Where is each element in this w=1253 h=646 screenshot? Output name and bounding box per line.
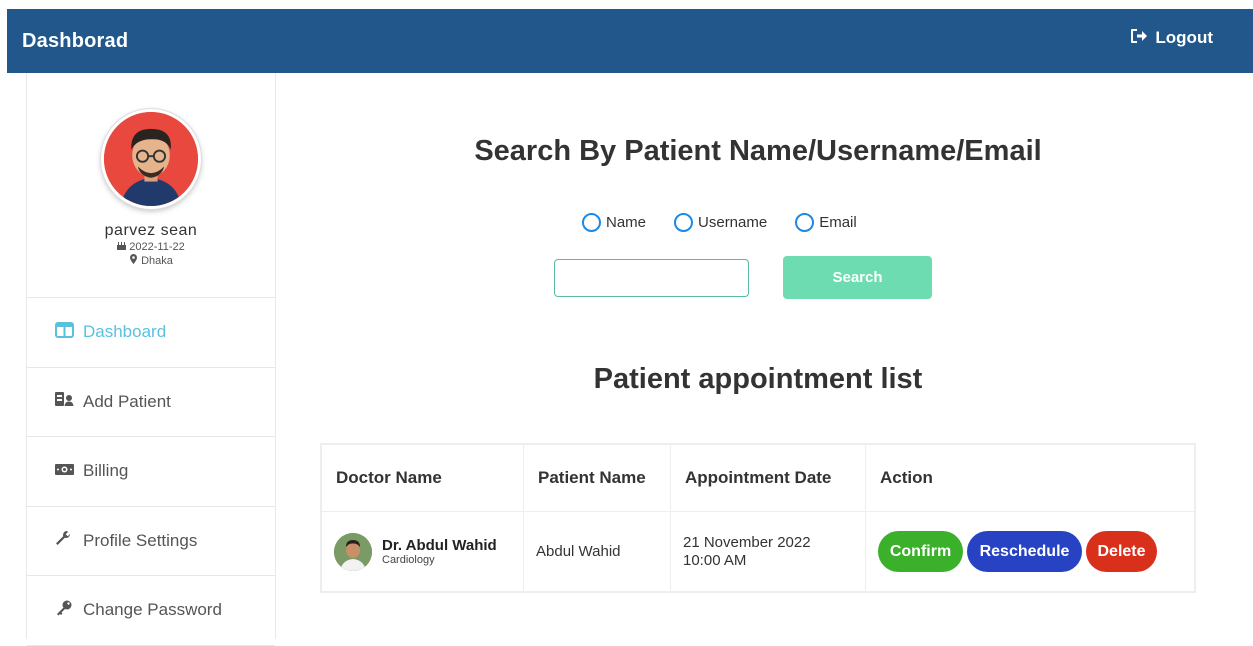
search-button[interactable]: Search [783, 256, 932, 299]
columns-icon [55, 321, 74, 343]
search-type-radio-group: Name Username Email [582, 213, 857, 232]
reschedule-button[interactable]: Reschedule [967, 531, 1082, 572]
column-header-date: Appointment Date [670, 444, 866, 512]
search-heading: Search By Patient Name/Username/Email [474, 135, 1042, 167]
appointment-date: 21 November 2022 [683, 533, 811, 551]
profile-date-row: 2022-11-22 [117, 240, 185, 254]
radio-circle-icon[interactable] [795, 213, 815, 232]
sidebar-item-change-password[interactable]: Change Password [27, 576, 275, 646]
appointment-time: 10:00 AM [683, 551, 747, 569]
sidebar-item-add-patient[interactable]: Add Patient [27, 368, 275, 437]
radio-username[interactable]: Username [674, 213, 767, 232]
search-input[interactable] [554, 259, 749, 297]
logout-button[interactable]: Logout [1130, 28, 1213, 49]
birthday-cake-icon [117, 240, 127, 254]
appointment-date-cell: 21 November 2022 10:00 AM [670, 511, 866, 592]
column-header-action: Action [865, 444, 1195, 512]
radio-circle-icon[interactable] [674, 213, 694, 232]
confirm-button[interactable]: Confirm [878, 531, 963, 572]
doctor-name: Dr. Abdul Wahid [382, 537, 497, 554]
brand-title[interactable]: Dashborad [22, 30, 128, 53]
key-icon [55, 600, 74, 621]
sidebar-item-profile-settings[interactable]: Profile Settings [27, 507, 275, 576]
sidebar-item-label: Dashboard [83, 322, 167, 342]
money-bill-icon [55, 461, 74, 482]
delete-button[interactable]: Delete [1086, 531, 1157, 572]
wrench-icon [55, 530, 74, 551]
id-card-user-icon [55, 391, 74, 412]
sidebar: parvez sean 2022-11-22 Dhaka Dashboard A… [26, 73, 276, 646]
sidebar-item-label: Add Patient [83, 391, 171, 411]
main-content: Search By Patient Name/Username/Email Na… [276, 73, 1253, 639]
radio-circle-icon[interactable] [582, 213, 601, 232]
top-navbar: Dashborad Logout [7, 9, 1253, 73]
appointment-table: Doctor Name Patient Name Appointment Dat… [321, 444, 1195, 592]
doctor-cell: Dr. Abdul Wahid Cardiology [321, 511, 524, 592]
doctor-avatar [334, 532, 372, 571]
action-cell: Confirm Reschedule Delete [865, 511, 1195, 592]
sidebar-item-label: Profile Settings [83, 530, 198, 550]
radio-email[interactable]: Email [795, 213, 857, 232]
doctor-specialty: Cardiology [382, 554, 435, 566]
avatar [101, 109, 201, 209]
sidebar-item-label: Change Password [83, 600, 222, 620]
map-marker-icon [129, 254, 138, 268]
sidebar-item-dashboard[interactable]: Dashboard [27, 298, 275, 368]
column-header-doctor: Doctor Name [321, 444, 524, 512]
table-row: Dr. Abdul Wahid Cardiology Abdul Wahid 2… [321, 511, 1195, 592]
profile-card: parvez sean 2022-11-22 Dhaka [27, 73, 275, 298]
profile-location: Dhaka [141, 254, 173, 267]
radio-label: Name [606, 214, 647, 231]
patient-name-cell: Abdul Wahid [523, 511, 671, 592]
column-header-patient: Patient Name [523, 444, 671, 512]
radio-label: Email [819, 214, 857, 231]
table-header-row: Doctor Name Patient Name Appointment Dat… [321, 444, 1195, 512]
radio-label: Username [698, 214, 768, 231]
profile-date: 2022-11-22 [129, 240, 185, 253]
appointment-list-heading: Patient appointment list [593, 363, 923, 395]
sidebar-item-billing[interactable]: Billing [27, 437, 275, 507]
radio-name[interactable]: Name [582, 213, 646, 232]
profile-name: parvez sean [104, 222, 198, 239]
profile-location-row: Dhaka [129, 254, 173, 268]
sign-out-icon [1130, 28, 1148, 49]
logout-label: Logout [1155, 28, 1213, 47]
sidebar-item-label: Billing [83, 461, 129, 481]
